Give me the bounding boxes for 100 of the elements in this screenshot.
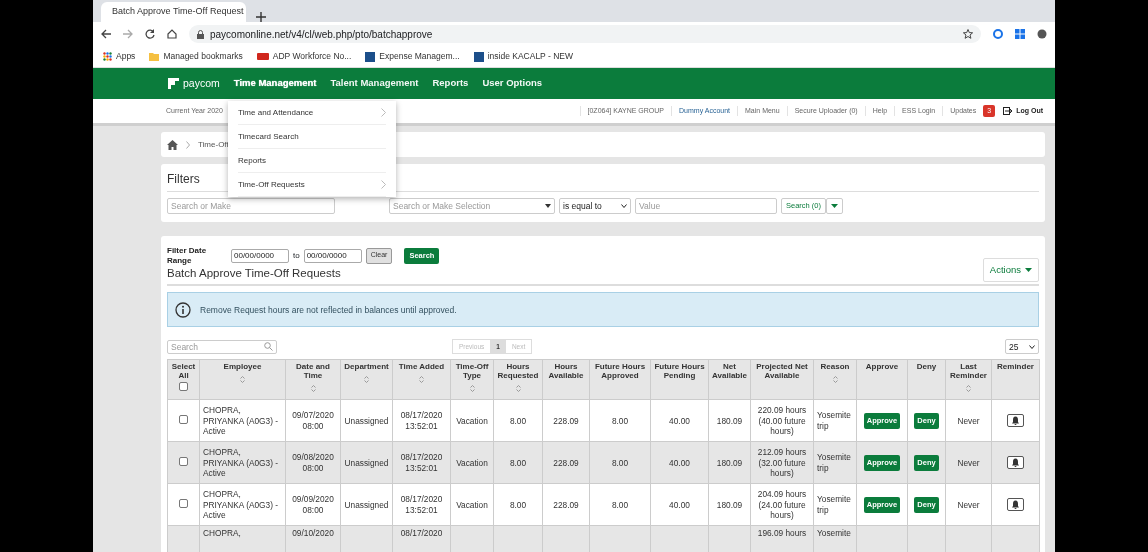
- nav-item[interactable]: Reports: [432, 76, 469, 91]
- nav-item[interactable]: Time Management: [233, 76, 317, 91]
- column-header[interactable]: Hours Requested: [493, 359, 543, 400]
- home-icon[interactable]: [167, 29, 177, 39]
- breadcrumb-link[interactable]: Time-Off: [198, 138, 229, 151]
- filter-label: Filter Date Range: [167, 246, 208, 266]
- date-field[interactable]: 00/00/0000: [231, 248, 289, 263]
- table-cell-text: 8.00: [509, 457, 527, 468]
- table-cell-text: 08/17/2020 13:52:01: [400, 410, 443, 431]
- home-icon[interactable]: [167, 139, 178, 150]
- table-cell-text: CHOPRA, PRIYANKA (A0G3) - Active: [203, 404, 278, 437]
- table-cell-text: 40.00: [669, 457, 690, 468]
- bell-icon: [1011, 416, 1020, 426]
- column-header: Hours Available: [542, 359, 590, 400]
- table-cell-text: 8.00: [509, 415, 527, 426]
- reminder-button[interactable]: [1007, 498, 1024, 512]
- table-cell-text: 8.00: [611, 499, 629, 510]
- table-cell-text: Unassigned: [344, 499, 389, 510]
- sort-icon[interactable]: [469, 384, 475, 392]
- back-icon[interactable]: [101, 29, 111, 39]
- row-checkbox[interactable]: [179, 499, 188, 509]
- column-header[interactable]: Date and Time: [285, 359, 341, 400]
- column-header[interactable]: Reason: [813, 359, 857, 400]
- logo-icon: [473, 51, 484, 62]
- reload-icon[interactable]: [145, 29, 155, 39]
- bookmark[interactable]: ADP Workforce No...: [256, 50, 352, 63]
- table-cell-text: Unassigned: [344, 415, 389, 426]
- reminder-button[interactable]: [1007, 414, 1024, 428]
- table-cell-text: 228.09: [553, 499, 579, 510]
- logo[interactable]: paycom: [168, 75, 220, 92]
- sort-icon[interactable]: [419, 376, 424, 384]
- dropdown-toggle-button[interactable]: [826, 198, 843, 214]
- table-cell-text: Yosemite: [817, 528, 851, 539]
- sort-icon[interactable]: [310, 384, 316, 392]
- column-header[interactable]: Time Added: [392, 359, 451, 400]
- sort-icon[interactable]: [832, 376, 838, 384]
- table-cell-text: 180.09: [716, 499, 743, 510]
- caret-down-icon: [545, 204, 551, 208]
- table-cell-text: 220.09 hours (40.00 future hours): [757, 404, 807, 437]
- nav-item[interactable]: Talent Management: [330, 76, 419, 91]
- row-checkbox[interactable]: [179, 457, 188, 467]
- logo-icon: [365, 51, 376, 62]
- profile-icon[interactable]: [1037, 29, 1047, 39]
- chevron-down-icon: [1029, 344, 1035, 349]
- column-header[interactable]: Department: [340, 359, 393, 400]
- menu-item[interactable]: Timecard Search: [238, 125, 386, 149]
- caret-down-icon: [831, 204, 838, 208]
- column-header[interactable]: Time-Off Type: [450, 359, 494, 400]
- reminder-button[interactable]: [1007, 456, 1024, 470]
- table-cell-text: CHOPRA, PRIYANKA (A0G3) - Active: [203, 488, 278, 521]
- actions-button[interactable]: Actions: [982, 258, 1039, 283]
- table-cell-text: Never: [957, 415, 980, 426]
- sort-icon[interactable]: [515, 384, 521, 392]
- operator-dropdown[interactable]: is equal to: [559, 198, 631, 214]
- folder-icon: [149, 52, 160, 61]
- sort-icon[interactable]: [966, 384, 971, 392]
- table-cell-text: Never: [957, 457, 980, 468]
- windows-icon[interactable]: [1015, 29, 1025, 39]
- sort-icon[interactable]: [240, 376, 245, 384]
- select-all-checkbox[interactable]: [179, 382, 188, 392]
- chevron-right-icon: [381, 180, 386, 189]
- section-title: Batch Approve Time-Off Requests: [167, 266, 341, 282]
- table-cell-text: CHOPRA,: [203, 528, 241, 539]
- column-header: Projected Net Available: [750, 359, 814, 400]
- table-cell-text: Yosemite trip: [817, 452, 851, 473]
- table-cell-text: 204.09 hours (24.00 future hours): [757, 488, 807, 521]
- table-cell-text: Never: [957, 499, 980, 510]
- column-header[interactable]: Last Reminder: [945, 359, 992, 400]
- star-icon[interactable]: [963, 29, 973, 39]
- row-checkbox[interactable]: [179, 415, 188, 425]
- sort-icon[interactable]: [364, 376, 369, 384]
- address-bar[interactable]: paycomonline.net/v4/cl/web.php/pto/batchapprove: [189, 25, 981, 43]
- nav-item[interactable]: User Options: [482, 76, 543, 91]
- table-cell-text: 8.00: [509, 499, 527, 510]
- bookmark[interactable]: Managed bookmarks: [149, 50, 243, 63]
- table-cell-text: Vacation: [456, 499, 488, 510]
- bookmark[interactable]: Expense Managem...: [365, 50, 460, 63]
- bell-icon: [1011, 458, 1020, 468]
- bookmark[interactable]: Apps: [103, 50, 136, 63]
- column-header[interactable]: Employee: [199, 359, 286, 400]
- table-cell-text: 09/10/2020: [292, 528, 334, 539]
- bookmark[interactable]: inside KACALP - NEW: [473, 50, 574, 63]
- column-header: Deny: [907, 359, 946, 400]
- table-cell-text: Vacation: [456, 457, 488, 468]
- date-field[interactable]: 00/00/0000: [303, 248, 362, 263]
- extension-icon[interactable]: [993, 29, 1003, 39]
- table-cell-text: 08/17/2020 13:52:01: [400, 452, 443, 473]
- forward-icon[interactable]: [123, 29, 133, 39]
- table-cell-text: 8.00: [611, 457, 629, 468]
- table-cell-text: 08/17/2020 13:52:01: [400, 494, 443, 515]
- search-icon: [264, 342, 273, 352]
- chevron-right-icon: [381, 108, 386, 117]
- menu-item[interactable]: Reports: [238, 149, 386, 173]
- menu-item[interactable]: Time and Attendance: [238, 101, 386, 125]
- browser-tab[interactable]: Batch Approve Time-Off Request: [101, 2, 246, 22]
- table-cell-text: 09/08/2020 08:00: [292, 452, 334, 473]
- plus-icon[interactable]: [256, 12, 266, 22]
- info-icon: [175, 301, 191, 318]
- table-cell-text: 09/09/2020 08:00: [292, 494, 334, 515]
- page-size-dropdown[interactable]: 25: [1005, 339, 1039, 355]
